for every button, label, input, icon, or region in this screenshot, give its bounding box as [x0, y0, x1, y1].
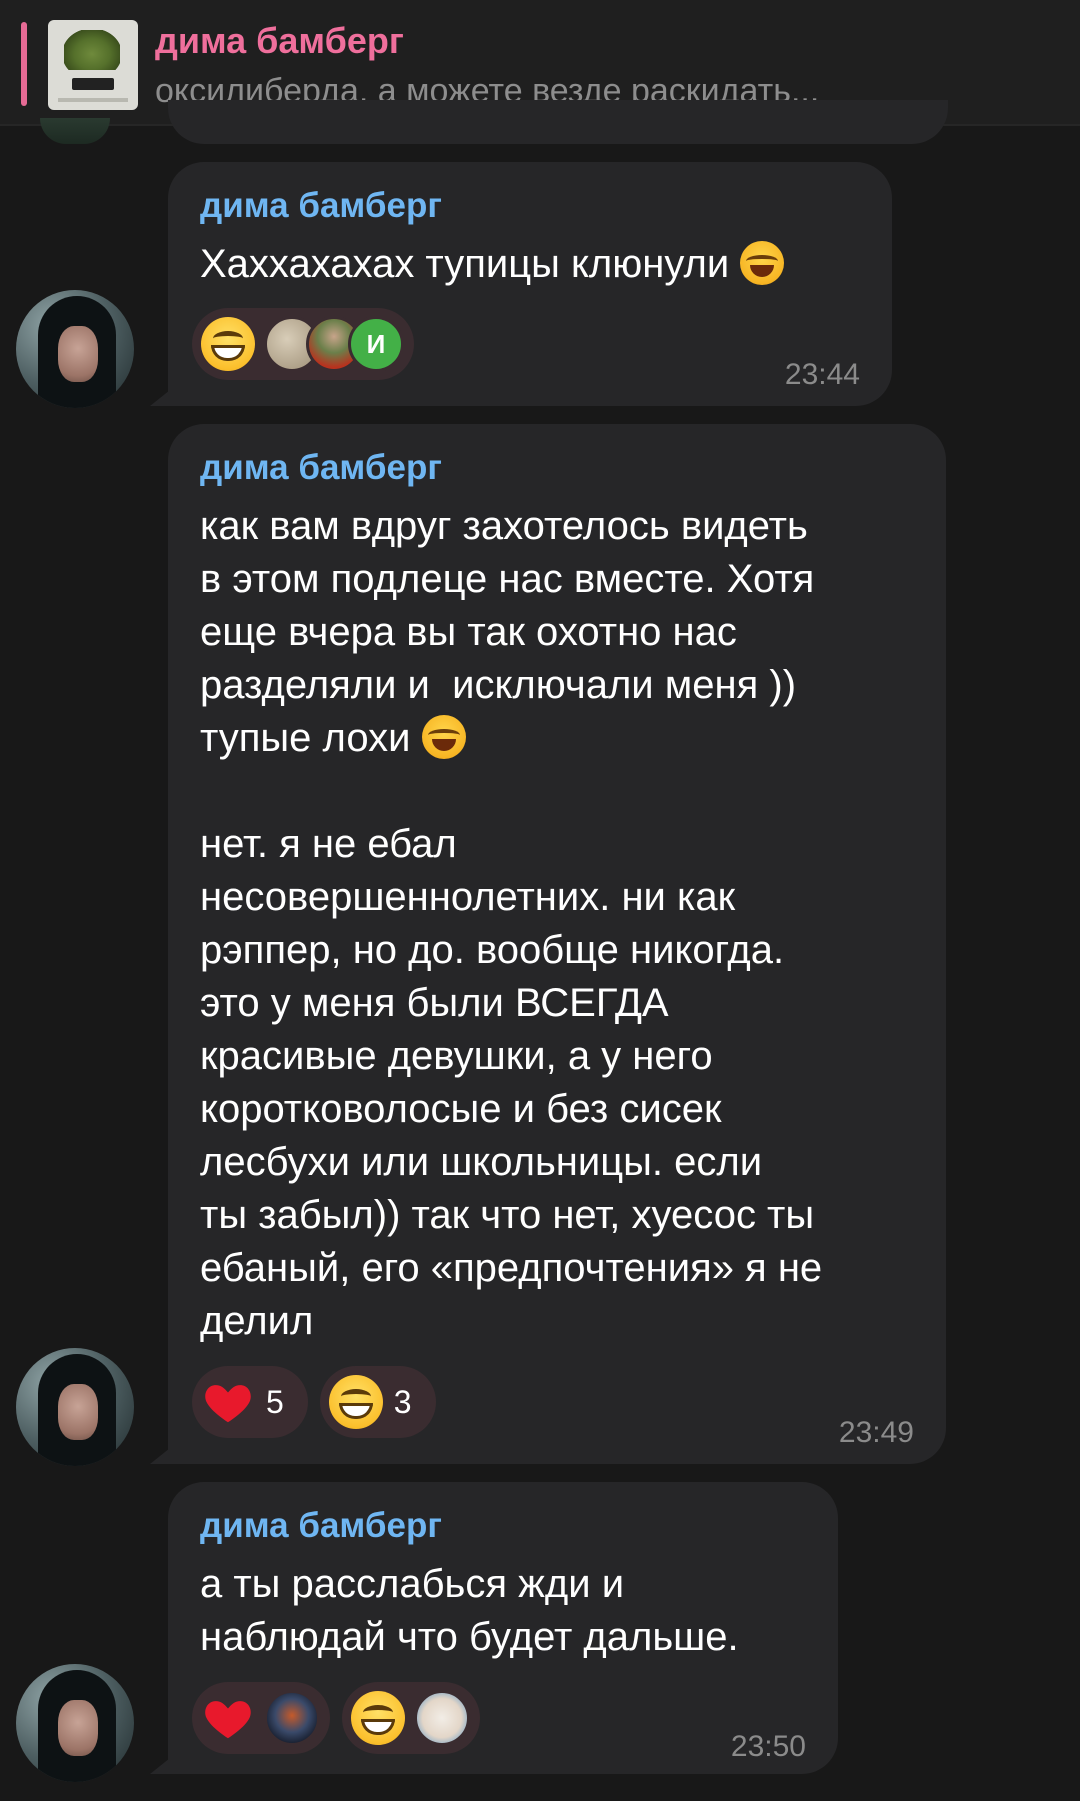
reactions-row: И: [192, 308, 414, 380]
message-time: 23:50: [730, 1730, 806, 1763]
pinned-title: дима бамберг: [155, 20, 404, 61]
message-text-content: нет. я не ебал несовершеннолетних. ни ка…: [200, 822, 823, 1343]
message-text: как вам вдруг захотелось видеть в этом п…: [200, 500, 822, 1348]
grinning-face-icon: [350, 1690, 406, 1746]
previous-avatar[interactable]: [40, 118, 110, 144]
thumbnail-label: [72, 78, 114, 90]
tears-of-joy-icon: [421, 715, 466, 759]
reactor-avatar: [264, 1690, 320, 1746]
reaction-count: 5: [266, 1383, 284, 1420]
sender-name[interactable]: дима бамберг: [200, 1506, 442, 1546]
message-bubble[interactable]: дима бамберг а ты расслабься жди и наблю…: [150, 1482, 838, 1774]
reaction-grin[interactable]: 3: [319, 1366, 436, 1438]
reaction-grin[interactable]: И: [192, 308, 414, 380]
message-time: 23:44: [784, 358, 860, 391]
reaction-count: 3: [393, 1383, 412, 1420]
grinning-face-icon: [200, 316, 256, 372]
reaction-grin[interactable]: [342, 1682, 480, 1754]
red-heart-icon: [200, 1690, 256, 1746]
message-text: а ты расслабься жди и наблюдай что будет…: [200, 1562, 739, 1659]
reaction-heart[interactable]: [192, 1682, 330, 1754]
pinned-thumbnail: [48, 20, 138, 110]
reactions-row: 5 3: [192, 1366, 436, 1438]
message-text-content: как вам вдруг захотелось видеть в этом п…: [200, 504, 815, 760]
reactor-avatar: [414, 1690, 470, 1746]
message-text-content: Хаххахахах тупицы клюнули: [200, 242, 730, 286]
sender-name[interactable]: дима бамберг: [200, 186, 442, 226]
plant-image: [64, 30, 120, 70]
message-bubble[interactable]: дима бамберг как вам вдруг захотелось ви…: [150, 424, 946, 1464]
sender-avatar[interactable]: [16, 290, 134, 408]
sender-avatar[interactable]: [16, 1664, 134, 1782]
message-bubble[interactable]: дима бамберг Хаххахахах тупицы клюнули И…: [150, 162, 892, 406]
reactor-avatars: [414, 1690, 470, 1746]
bubble-tail: [150, 1440, 180, 1464]
bubble-tail: [150, 1750, 180, 1774]
bubble-tail: [150, 382, 180, 406]
reactor-avatars: [264, 1690, 320, 1746]
grinning-face-icon: [328, 1374, 384, 1430]
red-heart-icon: [200, 1374, 256, 1430]
reaction-heart[interactable]: 5: [192, 1366, 308, 1438]
message-text: Хаххахахах тупицы клюнули: [200, 238, 785, 291]
reactions-row: [192, 1682, 480, 1754]
pinned-accent-line: [21, 22, 27, 106]
previous-message-bubble[interactable]: [168, 100, 948, 144]
thumbnail-lines: [58, 98, 128, 102]
reactor-avatar-initial: И: [348, 316, 404, 372]
chat-screen: дима бамберг оксилиберда, а можете везде…: [0, 0, 1080, 1801]
message-time: 23:49: [838, 1416, 914, 1449]
sender-name[interactable]: дима бамберг: [200, 448, 442, 488]
sender-avatar[interactable]: [16, 1348, 134, 1466]
tears-of-joy-icon: [740, 241, 785, 285]
reactor-avatars: И: [264, 316, 404, 372]
